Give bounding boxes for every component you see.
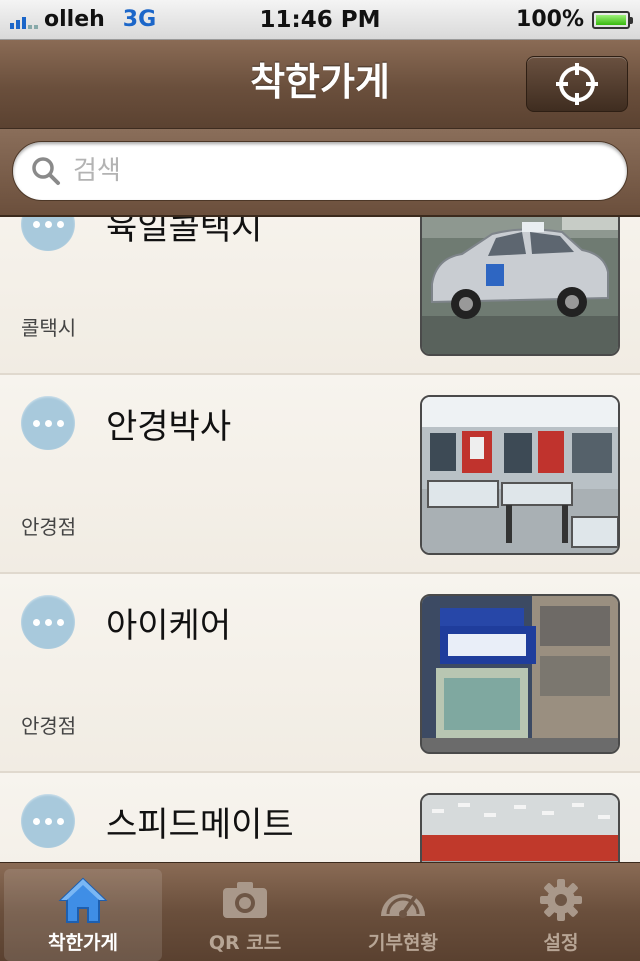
list-item[interactable]: 안경박사 안경점	[0, 375, 640, 574]
battery-icon	[592, 10, 633, 29]
battery-fill	[596, 14, 626, 25]
dot	[44, 618, 52, 626]
store-name: 아이케어	[106, 606, 232, 646]
tab-settings[interactable]: 설정	[482, 863, 640, 961]
locate-button[interactable]	[526, 56, 628, 112]
battery-percent: 100%	[516, 7, 584, 32]
gauge-icon	[381, 894, 425, 918]
store-category: 콜택시	[21, 316, 77, 340]
garage-photo	[422, 795, 618, 862]
store-thumbnail[interactable]	[420, 594, 620, 754]
store-name: 안경박사	[106, 407, 232, 447]
dot	[32, 419, 40, 427]
more-button[interactable]	[21, 794, 75, 848]
more-button[interactable]	[21, 217, 75, 251]
home-icon	[58, 877, 108, 923]
dot	[32, 618, 40, 626]
camera-icon	[223, 882, 267, 918]
store-name: 육일콜택시	[106, 217, 263, 248]
tab-bar: 착한가게 QR 코드 기부현황 설정	[0, 862, 640, 961]
list-item[interactable]: 스피드메이트	[0, 773, 640, 862]
signal-strength-icon	[10, 11, 38, 29]
search-icon	[32, 157, 60, 185]
tab-label: 설정	[543, 932, 579, 954]
tab-donations[interactable]: 기부현황	[324, 863, 482, 961]
tab-label: QR 코드	[208, 932, 282, 954]
more-button[interactable]	[21, 595, 75, 649]
dot	[32, 817, 40, 825]
store-thumbnail[interactable]	[420, 217, 620, 356]
dot	[44, 220, 52, 228]
dot	[44, 419, 52, 427]
store-list-content: 육일콜택시 콜택시 안경박사 안경점 아이케어 안경점 스피드메이트	[0, 217, 640, 862]
navigation-bar: 착한가게	[0, 40, 640, 129]
status-bar: olleh 3G 11:46 PM 100%	[0, 0, 640, 40]
store-category: 안경점	[21, 714, 77, 738]
tab-stores[interactable]: 착한가게	[4, 869, 162, 961]
store-category: 안경점	[21, 515, 77, 539]
store-name: 스피드메이트	[106, 805, 294, 845]
store-thumbnail[interactable]	[420, 793, 620, 862]
dot	[56, 220, 64, 228]
list-item[interactable]: 아이케어 안경점	[0, 574, 640, 773]
status-right: 100%	[516, 7, 633, 32]
dot	[56, 618, 64, 626]
carrier-name: olleh	[44, 7, 105, 32]
list-item[interactable]: 육일콜택시 콜택시	[0, 217, 640, 375]
search-bar	[0, 129, 640, 217]
search-field[interactable]	[12, 141, 628, 201]
dot	[56, 817, 64, 825]
optical-store-photo	[422, 397, 618, 553]
dot	[44, 817, 52, 825]
gear-icon	[540, 879, 582, 921]
taxi-photo	[422, 217, 618, 354]
store-thumbnail[interactable]	[420, 395, 620, 555]
tab-qr-code[interactable]: QR 코드	[166, 863, 324, 961]
more-button[interactable]	[21, 396, 75, 450]
tab-label: 착한가게	[48, 932, 118, 954]
crosshair-icon	[556, 63, 598, 105]
search-input[interactable]	[71, 155, 627, 187]
dot	[56, 419, 64, 427]
storefront-photo	[422, 596, 618, 752]
tab-label: 기부현황	[368, 932, 438, 954]
network-type: 3G	[122, 7, 157, 32]
store-list[interactable]: 육일콜택시 콜택시 안경박사 안경점 아이케어 안경점 스피드메이트	[0, 217, 640, 862]
dot	[32, 220, 40, 228]
status-left: olleh 3G	[10, 7, 156, 32]
